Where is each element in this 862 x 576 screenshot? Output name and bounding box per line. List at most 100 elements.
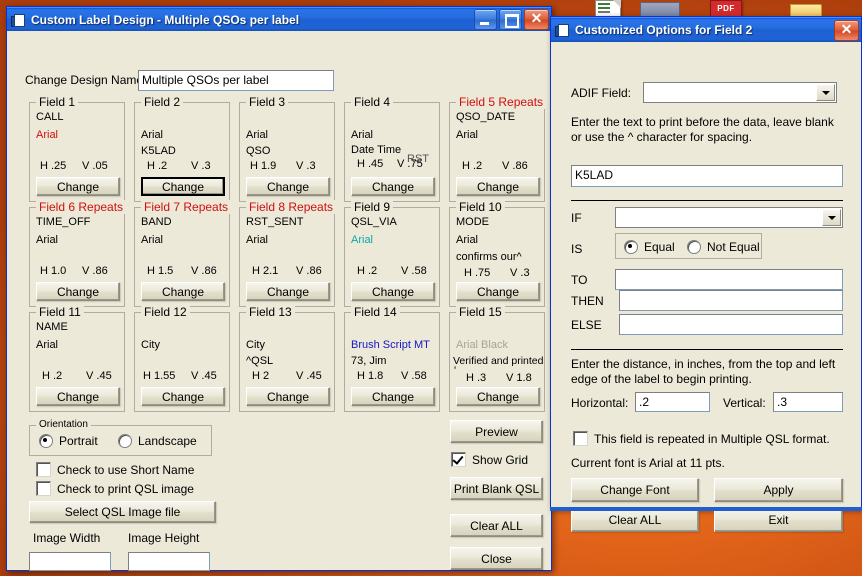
field-caption: Field 14 (351, 305, 400, 319)
radio-indicator (39, 434, 53, 448)
field-v: V .58 (401, 265, 427, 277)
field-font: Arial (456, 234, 479, 246)
field-group-9: Field 9 QSL_VIA Arial H .2 V .58 Change (344, 200, 440, 307)
image-width-input[interactable] (29, 552, 111, 571)
prefix-input[interactable]: K5LAD (571, 165, 843, 187)
field-caption: Field 7 Repeats (141, 200, 232, 214)
divider-bottom (571, 349, 843, 350)
change-font-button[interactable]: Change Font (571, 478, 699, 502)
field-font: Arial (141, 129, 164, 141)
dialog-clear-all-button[interactable]: Clear ALL (571, 508, 699, 532)
checkbox-show-grid[interactable]: Show Grid (451, 452, 528, 467)
main-titlebar[interactable]: Custom Label Design - Multiple QSOs per … (7, 7, 551, 31)
field-change-button[interactable]: Change (351, 387, 435, 406)
dialog-close-button[interactable]: ✕ (834, 19, 859, 41)
clear-all-button[interactable]: Clear ALL (450, 514, 543, 537)
field-change-button[interactable]: Change (456, 282, 540, 301)
preview-button[interactable]: Preview (450, 420, 543, 443)
field-change-button[interactable]: Change (36, 387, 120, 406)
checkbox-repeat-field[interactable]: This field is repeated in Multiple QSL f… (573, 431, 830, 446)
horizontal-input[interactable]: .2 (635, 392, 710, 412)
field-adif: BAND (141, 216, 172, 228)
field-change-button[interactable]: Change (246, 387, 330, 406)
horizontal-label: Horizontal: (571, 396, 629, 410)
select-qsl-image-button[interactable]: Select QSL Image file (29, 501, 216, 523)
minimize-button[interactable] (474, 9, 497, 30)
field-change-button[interactable]: Change (351, 177, 435, 196)
apply-button[interactable]: Apply (714, 478, 843, 502)
then-label: THEN (571, 294, 604, 308)
field-adif: MODE (456, 216, 489, 228)
checkbox-indicator (573, 431, 588, 446)
field-group-13: Field 13 City ^QSL H 2 V .45 Change (239, 305, 335, 412)
field-group-3: Field 3 Arial QSO H 1.9 V .3 Change (239, 95, 335, 202)
field-h: H .2 (147, 160, 168, 172)
orientation-group: Orientation Portrait Landscape (29, 419, 212, 456)
field-change-button[interactable]: Change (456, 387, 540, 406)
chevron-down-icon[interactable] (822, 209, 841, 226)
field-adif: RST_SENT (246, 216, 304, 228)
field-caption: Field 1 (36, 95, 79, 109)
radio-label: Landscape (138, 434, 197, 448)
close-window-button[interactable]: Close (450, 547, 543, 570)
field-h: H 2.1 (252, 265, 279, 277)
checkbox-short-name[interactable]: Check to use Short Name (36, 462, 194, 477)
radio-not-equal[interactable]: Not Equal (687, 240, 760, 254)
close-button[interactable]: ✕ (524, 9, 549, 30)
radio-landscape[interactable]: Landscape (118, 434, 197, 448)
radio-indicator (687, 240, 701, 254)
vertical-input[interactable]: .3 (773, 392, 843, 412)
field-extra: ^QSL (246, 355, 274, 367)
field-change-button[interactable]: Change (246, 282, 330, 301)
checkbox-label: Check to use Short Name (57, 462, 195, 477)
field-caption: Field 10 (456, 200, 505, 214)
field-v: V .3 (191, 160, 211, 172)
chevron-down-icon[interactable] (816, 84, 835, 101)
else-input[interactable] (619, 314, 843, 335)
field-change-button[interactable]: Change (141, 387, 225, 406)
field-group-1: Field 1 CALL Arial H .25 V .05 Change (29, 95, 125, 202)
then-input[interactable] (619, 290, 843, 311)
field-h: H .3 (466, 372, 487, 384)
exit-button[interactable]: Exit (714, 508, 843, 532)
checkbox-label: Show Grid (472, 452, 529, 467)
field-change-button[interactable]: Change (141, 177, 225, 196)
dialog-body: ADIF Field: Enter the text to print befo… (551, 42, 861, 532)
field-caption: Field 6 Repeats (36, 200, 127, 214)
field-change-button[interactable]: Change (36, 177, 120, 196)
field-change-button[interactable]: Change (246, 177, 330, 196)
checkbox-print-qsl-image[interactable]: Check to print QSL image (36, 481, 194, 496)
design-name-input[interactable]: Multiple QSOs per label (138, 70, 334, 91)
field-v: V .05 (82, 160, 108, 172)
field-group-6: Field 6 Repeats TIME_OFF Arial H 1.0 V .… (29, 200, 127, 307)
radio-label: Equal (644, 240, 675, 254)
field-group-12: Field 12 City H 1.55 V .45 Change (134, 305, 230, 412)
if-combobox[interactable] (615, 207, 843, 228)
field-change-button[interactable]: Change (456, 177, 540, 196)
field-v: V .86 (296, 265, 322, 277)
radio-equal[interactable]: Equal (624, 240, 675, 254)
maximize-button[interactable] (499, 9, 522, 30)
print-blank-qsl-button[interactable]: Print Blank QSL (450, 477, 543, 500)
field-change-button[interactable]: Change (351, 282, 435, 301)
field-change-button[interactable]: Change (141, 282, 225, 301)
to-input[interactable] (615, 269, 843, 290)
field-change-button[interactable]: Change (36, 282, 120, 301)
field-v: V .45 (86, 370, 112, 382)
field-adif: TIME_OFF (36, 216, 91, 228)
field-font: Arial (141, 234, 164, 246)
radio-label: Portrait (59, 434, 98, 448)
orientation-caption: Orientation (36, 419, 91, 430)
field-group-14: Field 14 Brush Script MT 73, Jim H 1.8 V… (344, 305, 440, 412)
custom-label-design-window: Custom Label Design - Multiple QSOs per … (6, 6, 552, 571)
radio-indicator (118, 434, 132, 448)
field-extra: K5LAD (141, 145, 176, 157)
current-font-text: Current font is Arial at 11 pts. (571, 456, 725, 470)
field-font: Arial (246, 234, 269, 246)
image-height-input[interactable] (128, 552, 210, 571)
adif-field-combobox[interactable] (643, 82, 837, 103)
main-window-title: Custom Label Design - Multiple QSOs per … (31, 12, 300, 27)
radio-portrait[interactable]: Portrait (39, 434, 98, 448)
dialog-titlebar[interactable]: Customized Options for Field 2 ✕ (551, 17, 861, 42)
field-caption: Field 12 (141, 305, 190, 319)
